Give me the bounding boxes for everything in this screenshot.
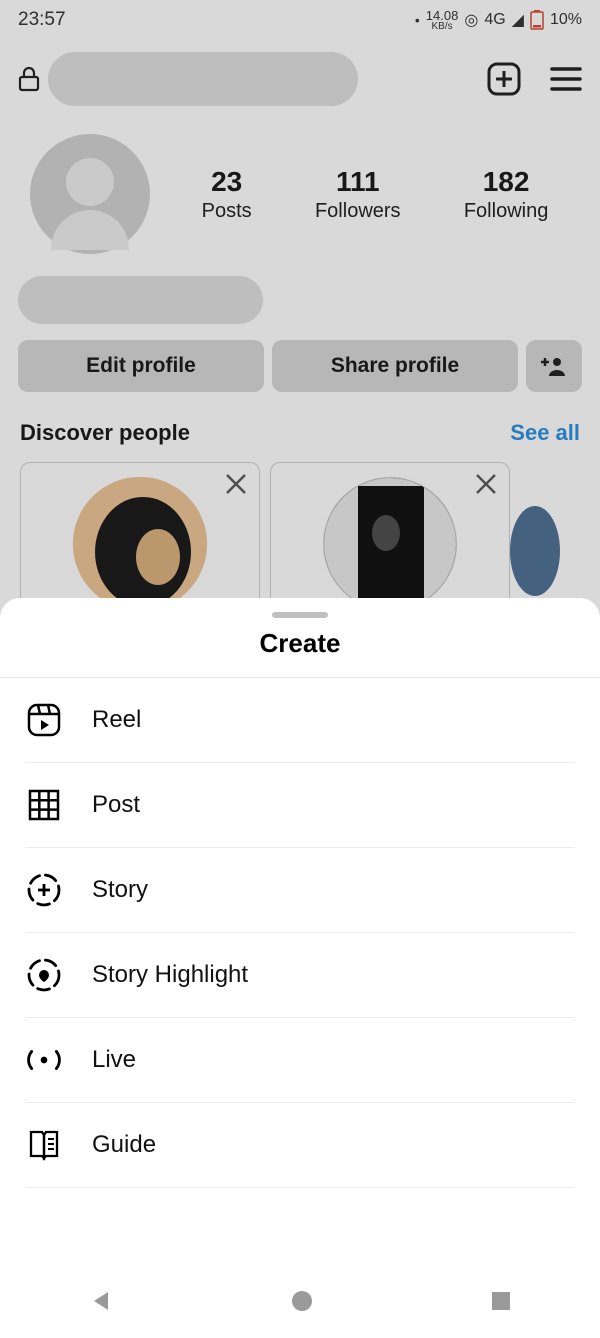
network-label: 4G	[484, 11, 505, 29]
system-nav-bar	[0, 1268, 600, 1338]
create-story-item[interactable]: Story	[26, 848, 574, 933]
create-reel-item[interactable]: Reel	[26, 678, 574, 763]
wifi-icon: ◎	[464, 10, 478, 30]
status-bar: 23:57 • 14.08KB/s ◎ 4G ◢ 10%	[0, 0, 600, 40]
create-highlight-item[interactable]: Story Highlight	[26, 933, 574, 1018]
signal-icon: ◢	[512, 10, 524, 30]
username-redacted	[48, 52, 358, 106]
grid-icon	[26, 787, 62, 823]
sheet-item-label: Story Highlight	[92, 961, 248, 989]
discover-people-button[interactable]	[526, 340, 582, 392]
share-profile-button[interactable]: Share profile	[272, 340, 518, 392]
avatar[interactable]	[30, 134, 150, 254]
display-name-redacted	[18, 276, 263, 324]
create-post-item[interactable]: Post	[26, 763, 574, 848]
story-icon	[26, 872, 62, 908]
suggestion-avatar	[73, 477, 207, 611]
reel-icon	[26, 702, 62, 738]
live-icon	[26, 1042, 62, 1078]
stat-posts[interactable]: 23 Posts	[202, 166, 252, 223]
discover-title: Discover people	[20, 420, 190, 446]
battery-icon	[530, 10, 544, 30]
sheet-item-label: Live	[92, 1046, 136, 1074]
sheet-item-label: Reel	[92, 706, 141, 734]
battery-pct: 10%	[550, 11, 582, 29]
see-all-link[interactable]: See all	[510, 420, 580, 446]
create-sheet: Create Reel Post Story Story Highlight	[0, 598, 600, 1338]
create-live-item[interactable]: Live	[26, 1018, 574, 1103]
sheet-item-label: Post	[92, 791, 140, 819]
suggestion-avatar	[510, 506, 560, 596]
home-button[interactable]	[290, 1289, 314, 1318]
recents-button[interactable]	[490, 1290, 512, 1317]
create-icon[interactable]	[486, 61, 522, 97]
suggestion-avatar	[323, 477, 457, 611]
edit-profile-button[interactable]: Edit profile	[18, 340, 264, 392]
highlight-icon	[26, 957, 62, 993]
sheet-title: Create	[0, 628, 600, 678]
status-time: 23:57	[18, 9, 66, 31]
sheet-item-label: Guide	[92, 1131, 156, 1159]
create-guide-item[interactable]: Guide	[26, 1103, 574, 1188]
sheet-handle[interactable]	[272, 612, 328, 618]
stat-followers[interactable]: 111 Followers	[315, 166, 401, 223]
stat-following[interactable]: 182 Following	[464, 166, 548, 223]
close-icon[interactable]	[475, 473, 497, 495]
sheet-item-label: Story	[92, 876, 148, 904]
back-button[interactable]	[88, 1288, 114, 1319]
guide-icon	[26, 1127, 62, 1163]
lock-icon	[18, 66, 40, 92]
close-icon[interactable]	[225, 473, 247, 495]
menu-icon[interactable]	[550, 65, 582, 93]
status-right: • 14.08KB/s ◎ 4G ◢ 10%	[415, 9, 582, 32]
add-user-icon	[541, 356, 567, 376]
